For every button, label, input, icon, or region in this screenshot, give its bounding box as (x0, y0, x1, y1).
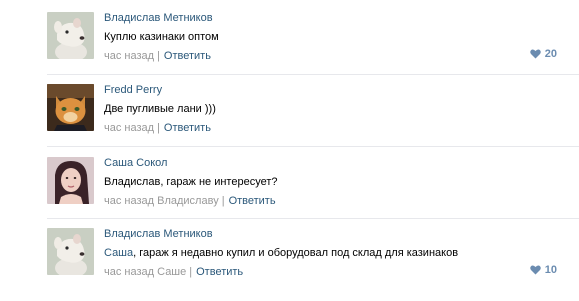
comment-divider (47, 74, 579, 75)
meta-separator: | (189, 266, 193, 278)
like-button[interactable]: 10 (530, 264, 557, 276)
bull-terrier-avatar-icon[interactable] (47, 12, 94, 59)
comment-time-link[interactable]: час назад (104, 122, 154, 134)
meta-separator: | (157, 122, 160, 134)
comment-item: Владислав Метников Саша, гараж я недавно… (0, 228, 579, 300)
like-count: 20 (544, 48, 557, 60)
reply-to-link[interactable]: Владиславу (157, 195, 219, 207)
comment-body: , гараж я недавно купил и оборудовал под… (133, 247, 459, 259)
heart-icon (530, 49, 541, 59)
comment-time-link[interactable]: час назад (104, 50, 154, 62)
comment-body: Владислав, гараж не интересует? (104, 176, 278, 188)
comment-text: Две пугливые лани ))) (104, 102, 216, 116)
cat-avatar-icon[interactable] (47, 84, 94, 131)
girl-avatar-icon[interactable] (47, 157, 94, 204)
comment-meta: час назад Саше | Ответить (104, 266, 243, 279)
reply-button[interactable]: Ответить (196, 266, 243, 278)
meta-separator: | (157, 50, 160, 62)
comment-text: Владислав, гараж не интересует? (104, 175, 278, 189)
comment-meta: час назад | Ответить (104, 50, 211, 63)
comment-author-link[interactable]: Fredd Perry (104, 84, 162, 97)
bull-terrier-avatar-icon[interactable] (47, 228, 94, 275)
comment-body: Куплю казинаки оптом (104, 31, 219, 43)
comment-divider (47, 218, 579, 219)
comment-meta: час назад | Ответить (104, 122, 211, 135)
comment-author-link[interactable]: Саша Сокол (104, 157, 167, 170)
comment-body: Две пугливые лани ))) (104, 103, 216, 115)
like-button[interactable]: 20 (530, 48, 557, 60)
mention-link[interactable]: Саша (104, 247, 133, 259)
comment-meta: час назад Владиславу | Ответить (104, 195, 276, 208)
meta-separator: | (221, 195, 225, 207)
reply-button[interactable]: Ответить (164, 50, 211, 62)
reply-button[interactable]: Ответить (164, 122, 211, 134)
reply-to-link[interactable]: Саше (157, 266, 186, 278)
comment-time-link[interactable]: час назад (104, 266, 154, 278)
comment-author-link[interactable]: Владислав Метников (104, 12, 213, 25)
comment-text: Куплю казинаки оптом (104, 30, 219, 44)
comment-divider (47, 146, 579, 147)
comment-time-link[interactable]: час назад (104, 195, 154, 207)
comment-text: Саша, гараж я недавно купил и оборудовал… (104, 246, 458, 260)
reply-button[interactable]: Ответить (229, 195, 276, 207)
comment-author-link[interactable]: Владислав Метников (104, 228, 213, 241)
heart-icon (530, 265, 541, 275)
like-count: 10 (544, 264, 557, 276)
